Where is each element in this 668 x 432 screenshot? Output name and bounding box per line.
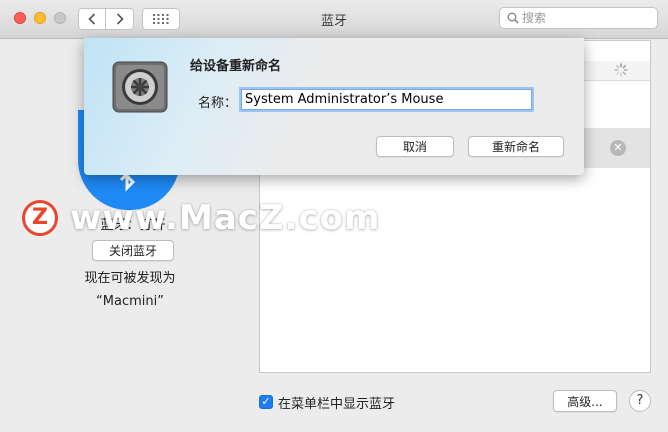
name-label: 名称： <box>198 96 238 111</box>
remove-device-icon[interactable]: ✕ <box>610 140 626 156</box>
loading-spinner-icon <box>614 63 628 77</box>
help-button[interactable]: ? <box>629 390 651 412</box>
device-name-input[interactable] <box>241 89 532 110</box>
watermark: Z www.MacZ.com <box>22 196 380 240</box>
search-field[interactable] <box>499 7 658 29</box>
search-input[interactable] <box>522 9 652 27</box>
computer-name: “Macmini” <box>96 294 164 309</box>
watermark-logo: Z <box>22 200 58 236</box>
dialog-title: 给设备重新命名 <box>190 59 282 74</box>
cancel-button[interactable]: 取消 <box>376 136 454 157</box>
rename-button[interactable]: 重新命名 <box>468 136 564 157</box>
show-in-menubar-checkbox[interactable]: ✓ <box>259 395 273 409</box>
turn-off-bluetooth-button[interactable]: 关闭蓝牙 <box>92 240 174 261</box>
advanced-button[interactable]: 高级... <box>553 390 617 412</box>
show-in-menubar-label: 在菜单栏中显示蓝牙 <box>278 397 396 412</box>
watermark-text: www.MacZ.com <box>70 198 381 238</box>
discoverable-text: 现在可被发现为 <box>84 271 176 286</box>
system-preferences-gear-icon <box>112 61 168 113</box>
search-icon <box>507 12 519 24</box>
rename-device-sheet: 给设备重新命名 名称： 取消 重新命名 <box>84 38 584 175</box>
title-bar: 蓝牙 <box>0 0 668 39</box>
